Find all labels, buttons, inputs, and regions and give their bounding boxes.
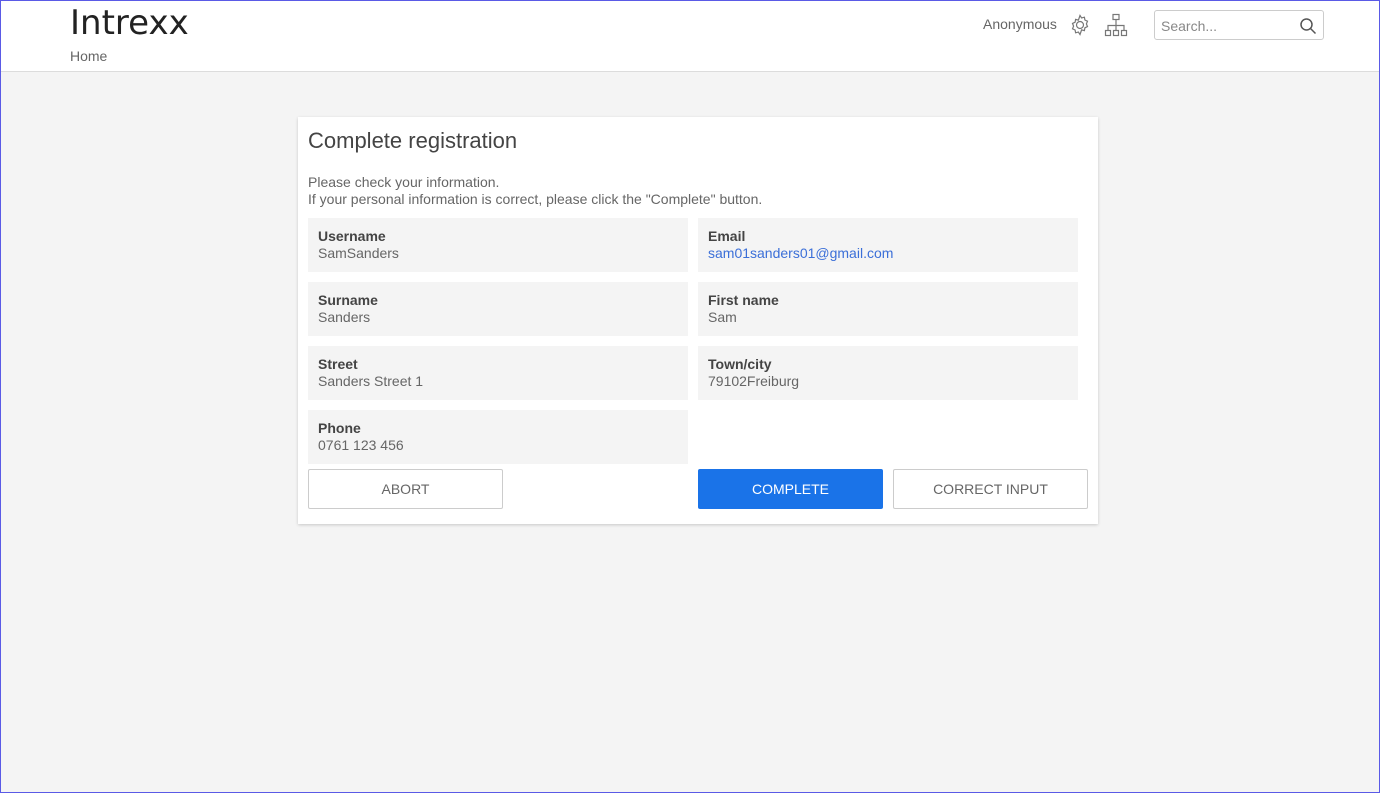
phone-label: Phone (318, 420, 361, 436)
user-name[interactable]: Anonymous (983, 16, 1057, 32)
first-name-value: Sam (708, 309, 737, 325)
first-name-field: First name Sam (698, 282, 1078, 336)
registration-card: Complete registration Please check your … (298, 117, 1098, 524)
phone-field: Phone 0761 123 456 (308, 410, 688, 464)
street-field: Street Sanders Street 1 (308, 346, 688, 400)
first-name-label: First name (708, 292, 779, 308)
search-icon[interactable] (1299, 17, 1317, 35)
username-label: Username (318, 228, 386, 244)
page-title: Complete registration (308, 128, 518, 153)
surname-field: Surname Sanders (308, 282, 688, 336)
town-value: 79102Freiburg (708, 373, 800, 389)
surname-value: Sanders (318, 309, 371, 325)
intro-line-2: If your personal information is correct,… (308, 191, 763, 207)
surname-label: Surname (318, 292, 378, 308)
email-field: Email sam01sanders01@gmail.com (698, 218, 1078, 272)
intrexx-logo[interactable]: Intrexx (70, 5, 189, 41)
street-value: Sanders Street 1 (318, 373, 424, 389)
correct-input-button[interactable]: CORRECT INPUT (893, 469, 1088, 509)
complete-button[interactable]: COMPLETE (698, 469, 883, 509)
top-header: Intrexx Home Anonymous (1, 1, 1379, 72)
search-box (1154, 10, 1324, 40)
town-label: Town/city (708, 356, 772, 372)
gear-icon[interactable] (1067, 12, 1093, 38)
username-field: Username SamSanders (308, 218, 688, 272)
town-field: Town/city 79102Freiburg (698, 346, 1078, 400)
email-link[interactable]: sam01sanders01@gmail.com (708, 245, 1068, 262)
intro-line-1: Please check your information. (308, 174, 500, 190)
abort-button[interactable]: ABORT (308, 469, 503, 509)
sitemap-icon[interactable] (1103, 12, 1129, 38)
street-label: Street (318, 356, 358, 372)
search-input[interactable] (1161, 16, 1296, 36)
username-value: SamSanders (318, 245, 399, 261)
intro-text: Please check your information. If your p… (308, 174, 762, 208)
phone-value: 0761 123 456 (318, 437, 404, 453)
breadcrumb-home[interactable]: Home (70, 48, 107, 64)
email-label: Email (708, 228, 746, 244)
